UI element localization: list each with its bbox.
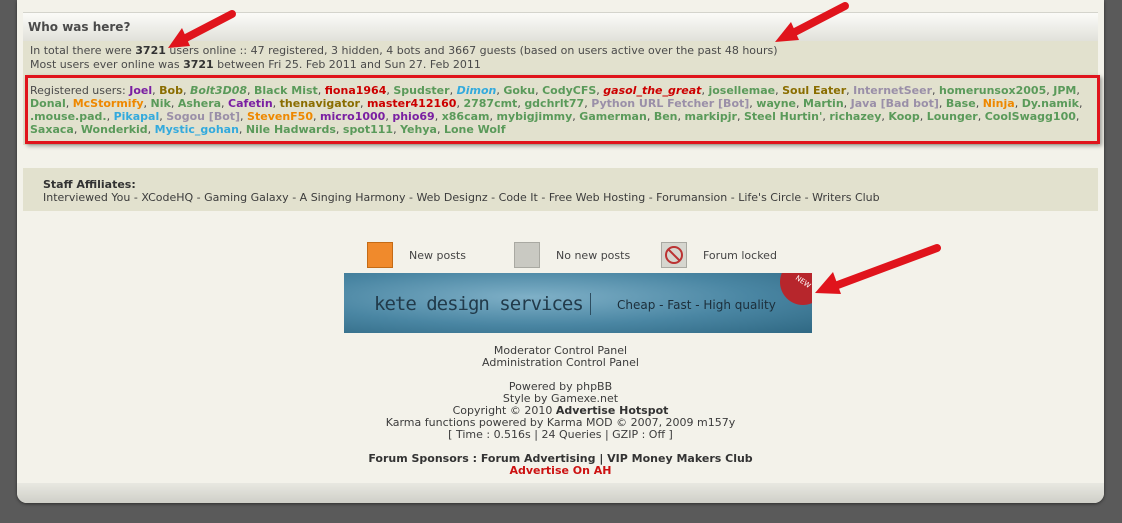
banner-tagline: Cheap - Fast - High quality	[617, 298, 776, 312]
record-count: 3721	[183, 58, 214, 71]
record-post: between Fri 25. Feb 2011 and Sun 27. Feb…	[213, 58, 481, 71]
online-total-pre: In total there were	[30, 44, 136, 57]
advertise-on-ah-link[interactable]: Advertise On AH	[17, 465, 1104, 477]
red-arrow-icon	[168, 10, 236, 48]
legend-no-new-posts: No new posts	[514, 242, 630, 268]
affiliate-link[interactable]: XCodeHQ	[141, 191, 193, 204]
debug-stats: [ Time : 0.516s | 24 Queries | GZIP : Of…	[448, 428, 673, 441]
legend-no-new-posts-label: No new posts	[556, 248, 631, 262]
new-posts-icon	[367, 242, 393, 268]
sponsors-label: Forum Sponsors :	[368, 452, 481, 465]
banner-title: kete design services	[374, 293, 584, 315]
affiliate-link[interactable]: Interviewed You	[43, 191, 130, 204]
sponsor-vip-link[interactable]: VIP Money Makers Club	[607, 452, 753, 465]
affiliate-link[interactable]: Web Designz	[416, 191, 487, 204]
forum-locked-icon	[661, 242, 687, 268]
affiliate-link[interactable]: A Singing Harmony	[300, 191, 406, 204]
record-line: Most users ever online was 3721 between …	[30, 58, 1098, 72]
record-pre: Most users ever online was	[30, 58, 184, 71]
affiliate-link[interactable]: Free Web Hosting	[549, 191, 645, 204]
legend-new-posts-label: New posts	[409, 248, 466, 262]
online-total-post: users online :: 47 registered, 3 hidden,…	[165, 44, 778, 57]
affiliate-link[interactable]: Code It	[499, 191, 538, 204]
footer: Moderator Control Panel Administration C…	[17, 345, 1104, 477]
kete-design-banner[interactable]: kete design services Cheap - Fast - High…	[344, 273, 812, 333]
legend-forum-locked-label: Forum locked	[703, 248, 777, 262]
page-bottom-bar	[17, 483, 1104, 503]
admin-control-panel-link[interactable]: Administration Control Panel	[17, 357, 1104, 369]
no-new-posts-icon	[514, 242, 540, 268]
affiliates-title: Staff Affiliates:	[43, 178, 136, 191]
staff-affiliates: Staff Affiliates: Interviewed You - XCod…	[23, 168, 1098, 211]
highlight-box	[25, 75, 1100, 144]
red-arrow-icon	[775, 2, 849, 42]
affiliate-links: Interviewed You - XCodeHQ - Gaming Galax…	[43, 191, 880, 204]
banner-separator	[590, 293, 591, 315]
red-arrow-icon	[815, 244, 941, 294]
legend-forum-locked: Forum locked	[661, 242, 777, 268]
affiliate-link[interactable]: Forumansion	[656, 191, 727, 204]
legend-new-posts: New posts	[367, 242, 466, 268]
affiliate-link[interactable]: Life's Circle	[738, 191, 801, 204]
affiliate-link[interactable]: Gaming Galaxy	[204, 191, 289, 204]
affiliate-link[interactable]: Writers Club	[812, 191, 879, 204]
